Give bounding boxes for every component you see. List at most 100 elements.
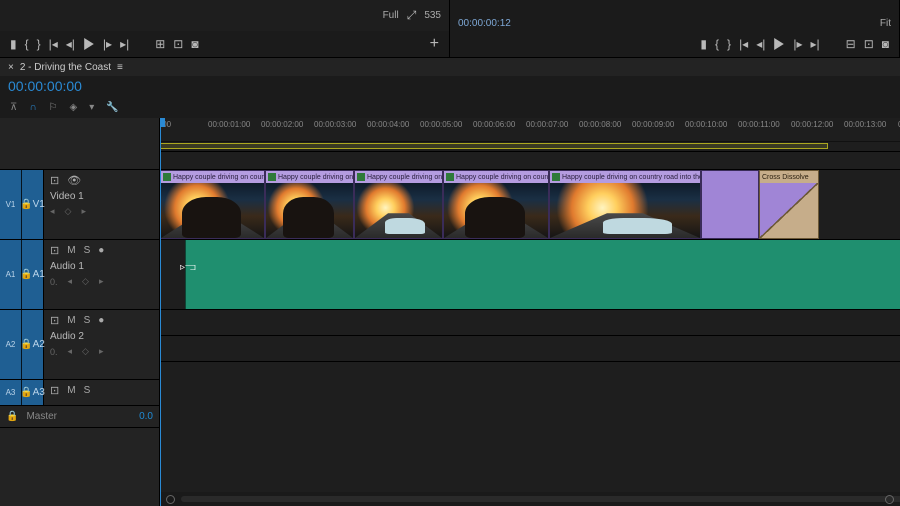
goto-out-icon[interactable]: ▸| [120,37,129,51]
track-header-a3: A3 🔒 A3 ⊡ MS [0,380,159,406]
toggle-track-output-icon[interactable]: ⊡ [50,174,59,187]
keyframe-next-icon[interactable]: ▸ [99,346,104,357]
play-icon[interactable] [773,38,785,50]
target-v1[interactable]: 🔒 V1 [22,170,44,239]
toggle-track-output-icon[interactable]: ⊡ [50,314,59,327]
lift-icon[interactable]: ⊟ [846,37,856,51]
play-icon[interactable] [83,38,95,50]
overwrite-icon[interactable]: ⊡ [173,37,183,51]
fx-badge-icon [163,173,171,181]
export-frame-icon[interactable]: ◙ [882,37,889,51]
solo-button[interactable]: S [84,315,91,326]
marker-icon[interactable]: ▮ [10,37,17,51]
video-clip[interactable]: Happy couple driving on c [265,170,354,239]
eye-icon[interactable]: 👁 [67,174,81,187]
source-patch-a2[interactable]: A2 [0,310,22,379]
video-clip[interactable] [701,170,759,239]
program-timecode[interactable]: 00:00:00:12 [458,18,511,29]
track-name-master[interactable]: Master [26,411,57,422]
ruler-tick: 00:00:05:00 [420,120,462,129]
add-button-icon[interactable]: + [430,35,439,53]
target-a2[interactable]: 🔒 A2 [22,310,44,379]
video-clip[interactable]: Happy couple driving on count [160,170,265,239]
extract-icon[interactable]: ⊡ [864,37,874,51]
track-lane-a3[interactable] [160,336,900,362]
video-clip[interactable]: Happy couple driving on c [354,170,443,239]
step-back-icon[interactable]: ◂| [756,37,765,51]
mic-icon[interactable]: ● [98,245,104,256]
goto-out-icon[interactable]: ▸| [810,37,819,51]
keyframe-add-icon[interactable]: ◇ [82,276,89,287]
solo-button[interactable]: S [84,385,91,396]
transition-label: Cross Dissolve [760,171,818,183]
track-lane-a2[interactable] [160,310,900,336]
step-fwd-icon[interactable]: |▸ [103,37,112,51]
track-lane-v1[interactable]: Happy couple driving on countHappy coupl… [160,170,900,240]
track-name-v1[interactable]: Video 1 [50,191,153,202]
keyframe-next-icon[interactable]: ▸ [81,206,86,217]
work-area-bar[interactable] [160,142,900,152]
zoom-handle-right[interactable] [885,495,894,504]
step-back-icon[interactable]: ◂| [66,37,75,51]
master-volume[interactable]: 0.0 [139,411,153,422]
video-clip[interactable]: Happy couple driving on country road int… [549,170,701,239]
tab-close-x[interactable]: × [8,62,14,73]
zoom-handle-left[interactable] [166,495,175,504]
transition-clip[interactable]: Cross Dissolve [759,170,819,239]
program-zoom-label[interactable]: Fit [880,18,891,29]
goto-in-icon[interactable]: |◂ [739,37,748,51]
playhead[interactable] [160,118,161,506]
toggle-track-output-icon[interactable]: ⊡ [50,384,59,397]
target-a3[interactable]: 🔒 A3 [22,380,44,405]
timeline-zoom-scrollbar[interactable] [160,492,900,506]
playhead-timecode[interactable]: 00:00:00:00 [8,78,82,94]
out-bracket-icon[interactable]: } [37,37,41,51]
panel-menu-icon[interactable]: ≡ [117,62,122,73]
keyframe-prev-icon[interactable]: ◂ [50,206,55,217]
video-clip[interactable]: Happy couple driving on count [443,170,549,239]
solo-button[interactable]: S [84,245,91,256]
track-volume-a2[interactable]: 0. [50,347,58,357]
out-bracket-icon[interactable]: } [727,37,731,51]
track-lane-a1[interactable]: ▹⫎ [160,240,900,310]
keyframe-add-icon[interactable]: ◇ [65,206,72,217]
toggle-track-output-icon[interactable]: ⊡ [50,244,59,257]
wrench-icon[interactable]: 🔧 [106,102,118,113]
track-volume-a1[interactable]: 0. [50,277,58,287]
source-patch-v1[interactable]: V1 [0,170,22,239]
marker-tool-icon[interactable]: ◈ [69,102,77,113]
linked-sel-icon[interactable]: ⚐ [49,102,58,113]
source-patch-a1[interactable]: A1 [0,240,22,309]
mute-button[interactable]: M [67,315,75,326]
insert-tool-icon[interactable]: ⊼ [10,102,17,113]
goto-in-icon[interactable]: |◂ [49,37,58,51]
marker-icon[interactable]: ▮ [700,37,707,51]
step-fwd-icon[interactable]: |▸ [793,37,802,51]
track-name-a1[interactable]: Audio 1 [50,261,153,272]
ruler-tick: 00:00:08:00 [579,120,621,129]
target-a1[interactable]: 🔒 A1 [22,240,44,309]
settings-icon[interactable]: ▾ [89,102,94,113]
in-bracket-icon[interactable]: { [715,37,719,51]
fx-badge-icon [268,173,276,181]
clip-label: Happy couple driving on count [456,174,548,181]
sequence-tab[interactable]: × 2 - Driving the Coast ≡ [0,58,900,76]
export-frame-icon[interactable]: ◙ [191,37,198,51]
lock-icon[interactable]: 🔒 [6,411,18,422]
mute-button[interactable]: M [67,245,75,256]
track-name-a2[interactable]: Audio 2 [50,331,153,342]
snap-icon[interactable]: ∩ [29,102,36,113]
keyframe-add-icon[interactable]: ◇ [82,346,89,357]
in-bracket-icon[interactable]: { [25,37,29,51]
source-patch-a3[interactable]: A3 [0,380,22,405]
source-zoom-label[interactable]: Full [383,10,399,21]
keyframe-prev-icon[interactable]: ◂ [68,276,73,287]
time-ruler[interactable]: :0000:00:01:0000:00:02:0000:00:03:0000:0… [160,118,900,142]
source-zoom-tool-icon[interactable]: ⤢ [407,8,417,23]
insert-icon[interactable]: ⊞ [155,37,165,51]
keyframe-prev-icon[interactable]: ◂ [68,346,73,357]
mic-icon[interactable]: ● [98,315,104,326]
mute-button[interactable]: M [67,385,75,396]
keyframe-next-icon[interactable]: ▸ [99,276,104,287]
audio-clip[interactable] [185,240,900,309]
